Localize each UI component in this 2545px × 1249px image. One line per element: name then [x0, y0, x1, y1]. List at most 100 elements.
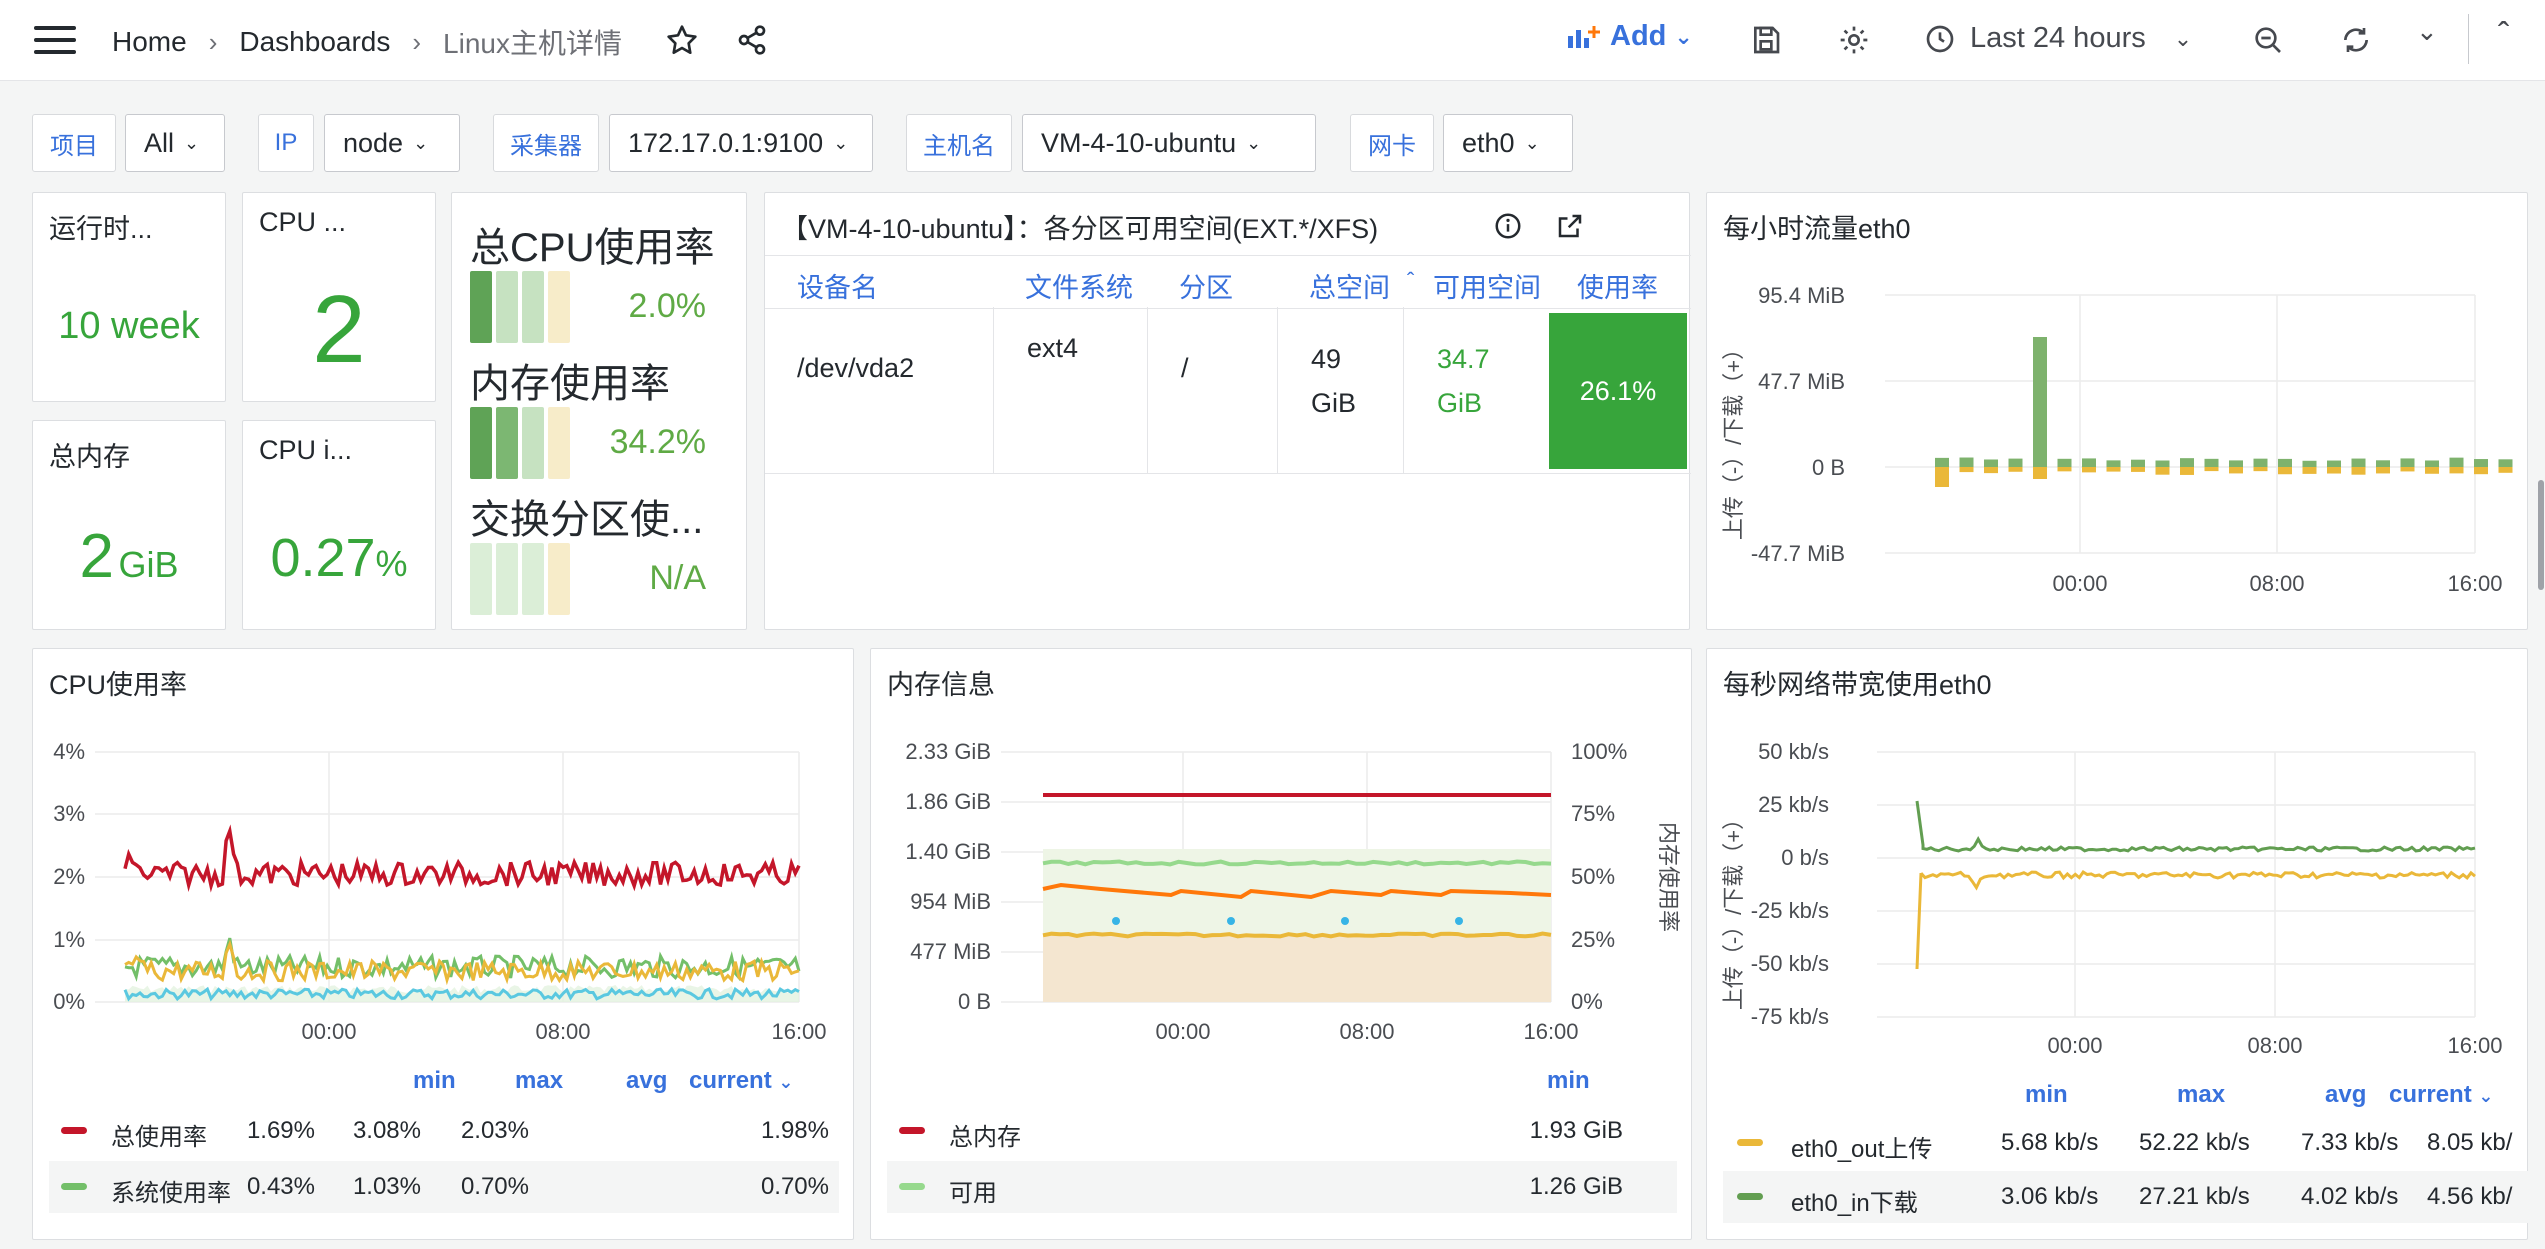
- legend-header-max[interactable]: max: [515, 1067, 563, 1095]
- gear-icon[interactable]: [1838, 24, 1870, 56]
- toolbar-divider: [2468, 14, 2469, 64]
- col-header-usage[interactable]: 使用率: [1577, 266, 1658, 305]
- legend-swatch: [1737, 1139, 1763, 1146]
- bar-download: [2106, 460, 2121, 467]
- bar-download: [2131, 459, 2145, 467]
- var-select-hostname[interactable]: VM-4-10-ubuntu ⌄: [1022, 114, 1316, 172]
- add-panel-icon: [1568, 25, 1600, 48]
- legend-max: 1.03%: [352, 1173, 421, 1200]
- col-header-mount[interactable]: 分区: [1179, 266, 1233, 305]
- legend-header-min[interactable]: min: [1547, 1067, 1590, 1095]
- breadcrumb-current: Linux主机详情: [443, 28, 622, 59]
- time-range-label: Last 24 hours: [1970, 22, 2146, 54]
- legend-header-current[interactable]: current ⌄: [689, 1067, 793, 1095]
- var-select-ip[interactable]: node ⌄: [324, 114, 460, 172]
- stat-panel-uptime: 运行时... 10 week: [32, 192, 226, 402]
- bar-upload: [2327, 467, 2341, 474]
- legend-header-min[interactable]: min: [413, 1067, 456, 1095]
- cell-fstype: ext4: [1027, 333, 1079, 363]
- legend-row[interactable]: 总使用率 1.69% 3.08% 2.03% 1.98%: [49, 1109, 839, 1153]
- legend-current: 4.56 kb/: [2427, 1183, 2513, 1210]
- stat-value: 2: [79, 522, 114, 591]
- x-tick: 16:00: [1523, 1019, 1578, 1044]
- bandwidth-chart: 上传（-）/下载（+） 50 kb/s 25 kb/s 0 b/s -25 kb…: [1721, 739, 2503, 1058]
- memory-chart: 2.33 GiB 1.86 GiB 1.40 GiB 954 MiB 477 M…: [905, 739, 1681, 1044]
- time-picker[interactable]: Last 24 hours ⌄: [1924, 22, 2192, 55]
- star-icon[interactable]: [666, 24, 698, 56]
- panel-title: 总内存: [49, 442, 130, 472]
- var-select-collector[interactable]: 172.17.0.1:9100 ⌄: [609, 114, 873, 172]
- bar-upload: [2302, 467, 2317, 474]
- chevron-down-icon: ⌄: [413, 132, 429, 153]
- series-line-user: [124, 939, 800, 986]
- gauge-label-memory: 内存使用率: [470, 362, 670, 406]
- var-value-hostname: VM-4-10-ubuntu: [1041, 127, 1237, 158]
- bar-upload: [2253, 467, 2268, 472]
- bar-download: [2033, 337, 2047, 467]
- legend-row[interactable]: eth0_out上传 5.68 kb/s 52.22 kb/s 7.33 kb/…: [1723, 1121, 2529, 1165]
- memory-series: [1042, 793, 1552, 1002]
- collapse-chevron-up-icon[interactable]: ˆ: [2498, 16, 2509, 55]
- legend-name: eth0_out上传: [1791, 1136, 1933, 1163]
- stat-value: 2: [312, 276, 366, 383]
- bar-download: [1984, 459, 1998, 467]
- legend-avg: 2.03%: [460, 1117, 529, 1144]
- col-header-total[interactable]: 总空间: [1309, 266, 1390, 305]
- bar-gauge-panel: 总CPU使用率 2.0% 内存使用率 34.2% 交换分区使... N/A: [451, 192, 747, 630]
- bar-upload: [2474, 467, 2488, 475]
- bar-download: [2327, 460, 2341, 467]
- hourly-bars: [1935, 337, 2513, 487]
- col-header-device[interactable]: 设备名: [797, 266, 878, 305]
- bar-download: [2302, 460, 2317, 467]
- bar-download: [1935, 457, 1949, 467]
- refresh-interval-chevron-icon[interactable]: ⌄: [2416, 16, 2438, 47]
- y2-tick: 25%: [1571, 927, 1615, 952]
- chevron-down-icon: ⌄: [184, 132, 200, 153]
- y-tick: -25 kb/s: [1751, 898, 1829, 923]
- var-select-project[interactable]: All ⌄: [125, 114, 225, 172]
- cpu-usage-panel: CPU使用率 4% 3% 2% 1% 0% 00:00 08:00 16:00 …: [32, 648, 854, 1240]
- zoom-out-icon[interactable]: [2252, 24, 2284, 56]
- legend-header-min[interactable]: min: [2025, 1081, 2068, 1109]
- legend-row[interactable]: eth0_in下载 3.06 kb/s 27.21 kb/s 4.02 kb/s…: [1723, 1171, 2529, 1223]
- series-point-swap: [1227, 917, 1235, 925]
- refresh-icon[interactable]: [2340, 24, 2372, 56]
- gauge-value-swap: N/A: [649, 559, 706, 597]
- breadcrumb-dashboards[interactable]: Dashboards: [239, 26, 390, 58]
- bar-download: [2474, 459, 2488, 467]
- legend-header-current[interactable]: current ⌄: [2389, 1081, 2493, 1109]
- sort-ascending-icon: ˆ: [1407, 268, 1415, 293]
- breadcrumb-home[interactable]: Home: [112, 26, 187, 58]
- stat-value-wrap: 2 GiB: [33, 521, 225, 592]
- menu-icon[interactable]: [34, 26, 76, 54]
- y-tick: 50 kb/s: [1758, 739, 1829, 764]
- legend-header-max[interactable]: max: [2177, 1081, 2225, 1109]
- save-icon[interactable]: [1750, 24, 1782, 56]
- x-tick: 08:00: [2249, 571, 2304, 596]
- external-link-icon[interactable]: [1555, 211, 1585, 241]
- var-select-nic[interactable]: eth0 ⌄: [1443, 114, 1573, 172]
- col-header-available[interactable]: 可用空间: [1433, 266, 1541, 305]
- x-tick: 16:00: [2447, 571, 2502, 596]
- bar-upload: [2425, 467, 2439, 474]
- legend-row[interactable]: 总内存 1.93 GiB: [887, 1109, 1677, 1153]
- col-header-fstype[interactable]: 文件系统: [1025, 266, 1133, 305]
- legend-header-avg[interactable]: avg: [2325, 1081, 2366, 1109]
- chevron-down-icon: ⌄: [1674, 23, 1693, 49]
- chevron-down-icon: ⌄: [833, 132, 849, 153]
- legend-row[interactable]: 系统使用率 0.43% 1.03% 0.70% 0.70%: [49, 1161, 839, 1213]
- legend-avg: 4.02 kb/s: [2301, 1183, 2399, 1210]
- legend-header-avg[interactable]: avg: [626, 1067, 667, 1095]
- clock-icon: [1926, 25, 1954, 52]
- y-tick: -50 kb/s: [1751, 951, 1829, 976]
- legend-row[interactable]: 可用 1.26 GiB: [887, 1161, 1677, 1213]
- info-icon[interactable]: [1493, 211, 1523, 241]
- var-label-hostname: 主机名: [906, 114, 1012, 172]
- bar-download: [2351, 458, 2366, 467]
- share-icon[interactable]: [736, 24, 768, 56]
- y2-tick: 0%: [1571, 989, 1603, 1014]
- page-scrollbar[interactable]: [2538, 480, 2544, 590]
- y2-tick: 100%: [1571, 739, 1627, 764]
- bar-download: [1959, 457, 1974, 467]
- add-button[interactable]: Add ⌄: [1566, 20, 1693, 53]
